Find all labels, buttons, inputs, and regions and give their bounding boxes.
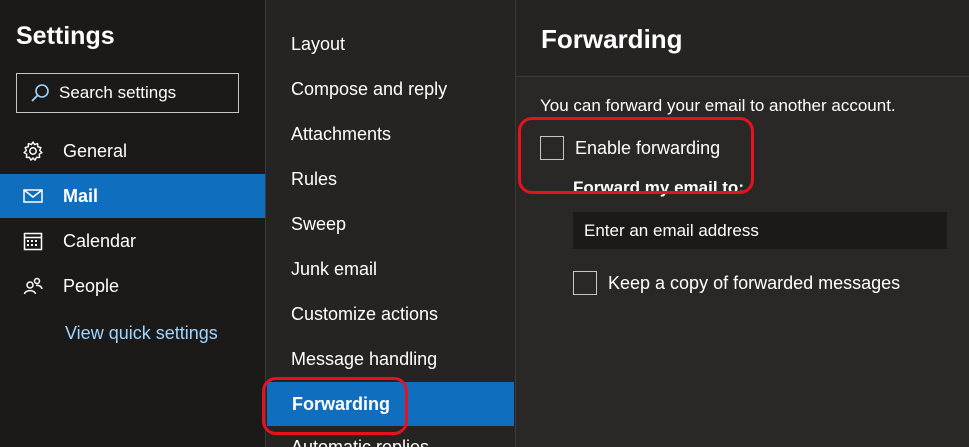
enable-forwarding-option[interactable]: Enable forwarding — [540, 136, 720, 160]
nav-item-label: People — [63, 275, 120, 296]
settings-nav-pane: Settings Search settings General Mail Ca… — [0, 0, 265, 447]
keep-copy-checkbox[interactable] — [573, 271, 597, 295]
keep-copy-label: Keep a copy of forwarded messages — [608, 272, 901, 293]
category-rules[interactable]: Rules — [266, 157, 515, 201]
category-automatic-replies[interactable]: Automatic replies — [266, 435, 515, 447]
category-message-handling[interactable]: Message handling — [266, 337, 515, 381]
forward-email-input[interactable]: Enter an email address — [573, 212, 947, 249]
calendar-icon — [22, 230, 44, 252]
nav-item-label: Calendar — [63, 230, 137, 251]
category-layout[interactable]: Layout — [266, 22, 515, 66]
category-junk-email[interactable]: Junk email — [266, 247, 515, 291]
category-attachments[interactable]: Attachments — [266, 112, 515, 156]
people-icon — [22, 275, 44, 297]
nav-item-people[interactable]: People — [0, 264, 265, 308]
nav-item-calendar[interactable]: Calendar — [0, 219, 265, 263]
forwarding-description: You can forward your email to another ac… — [540, 96, 896, 115]
email-placeholder: Enter an email address — [584, 220, 759, 240]
category-compose-and-reply[interactable]: Compose and reply — [266, 67, 515, 111]
search-icon — [31, 84, 49, 102]
category-customize-actions[interactable]: Customize actions — [266, 292, 515, 336]
search-settings-input[interactable]: Search settings — [16, 73, 239, 113]
mail-settings-categories: Layout Compose and reply Attachments Rul… — [265, 0, 516, 447]
panel-title: Forwarding — [541, 24, 683, 54]
nav-item-label: Mail — [63, 185, 99, 206]
forwarding-panel: Forwarding You can forward your email to… — [516, 0, 969, 447]
gear-icon — [22, 140, 44, 162]
search-placeholder: Search settings — [59, 83, 177, 102]
enable-forwarding-label: Enable forwarding — [575, 137, 721, 158]
panel-header: Forwarding — [516, 0, 969, 77]
keep-copy-option[interactable]: Keep a copy of forwarded messages — [573, 271, 900, 295]
view-quick-settings-link[interactable]: View quick settings — [65, 323, 218, 344]
settings-title: Settings — [16, 22, 115, 50]
enable-forwarding-checkbox[interactable] — [540, 136, 564, 160]
category-forwarding[interactable]: Forwarding — [267, 382, 514, 426]
forward-to-label: Forward my email to: — [573, 178, 744, 197]
category-label: Automatic replies — [291, 437, 430, 447]
nav-item-general[interactable]: General — [0, 129, 265, 173]
nav-item-label: General — [63, 140, 128, 161]
category-sweep[interactable]: Sweep — [266, 202, 515, 246]
nav-item-mail[interactable]: Mail — [0, 174, 265, 218]
mail-icon — [22, 185, 44, 207]
